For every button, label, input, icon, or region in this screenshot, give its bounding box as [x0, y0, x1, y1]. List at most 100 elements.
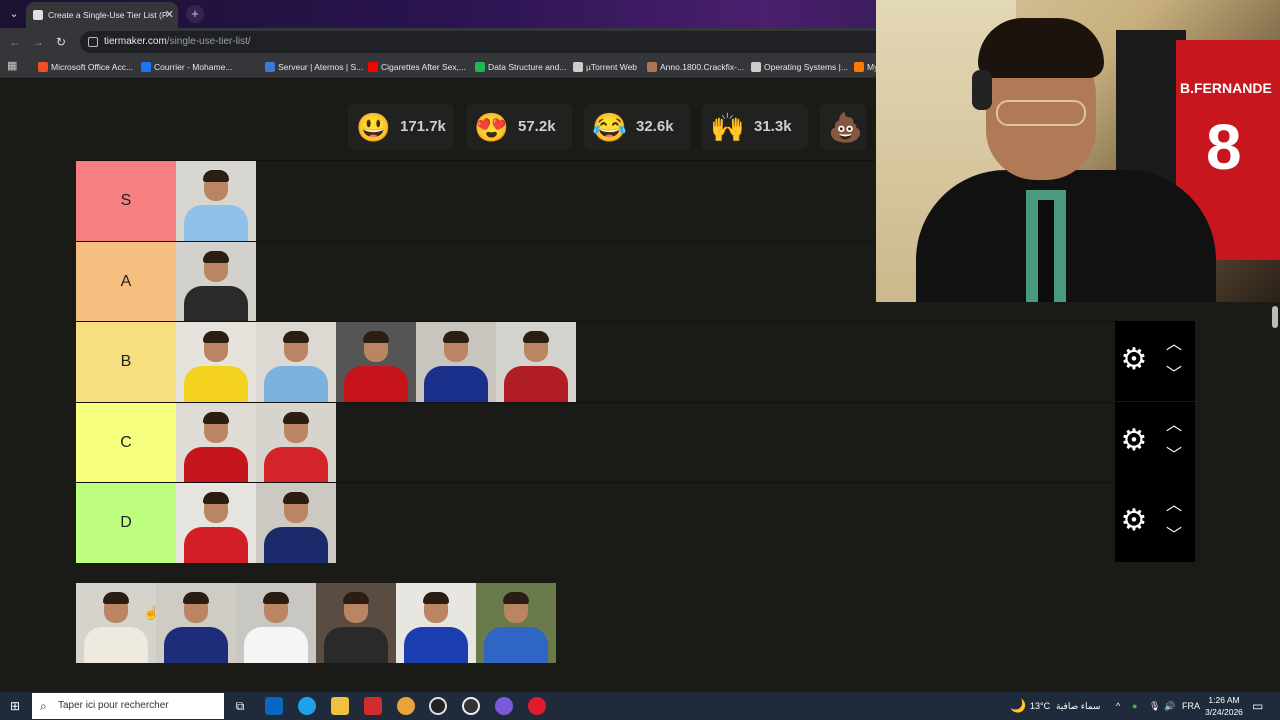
player-photo[interactable] — [336, 322, 416, 402]
move-tier-up-chevron-icon[interactable]: ︿ — [1163, 416, 1185, 436]
bookmark-item[interactable]: Cigarettes After Sex,... — [368, 60, 466, 74]
player-photo[interactable] — [176, 403, 256, 483]
file-explorer-icon[interactable] — [331, 697, 349, 715]
windows-start-icon[interactable]: ⊞ — [10, 700, 22, 712]
opera-icon[interactable] — [528, 697, 546, 715]
person-figure — [316, 583, 396, 663]
tier-settings-gear-icon[interactable]: ⚙ — [1119, 345, 1149, 375]
bookmark-favicon-icon — [647, 62, 657, 72]
player-photo[interactable] — [256, 403, 336, 483]
tier-label[interactable]: B — [76, 322, 176, 402]
move-tier-up-chevron-icon[interactable]: ︿ — [1163, 335, 1185, 355]
bookmark-item[interactable]: Serveur | Aternos | S... — [265, 60, 363, 74]
move-tier-down-chevron-icon[interactable]: ﹀ — [1163, 526, 1185, 546]
discord-icon[interactable] — [495, 697, 513, 715]
player-photo[interactable] — [316, 583, 396, 663]
wps-icon[interactable] — [364, 697, 382, 715]
back-icon[interactable]: ← — [6, 33, 24, 51]
utorrent-icon[interactable] — [462, 697, 480, 715]
weather-temp[interactable]: 13°C — [1030, 692, 1050, 720]
taskbar-search-input[interactable]: ⌕ Taper ici pour rechercher — [32, 693, 224, 719]
tray-chevron-icon[interactable]: ^ — [1116, 692, 1120, 720]
bookmark-item[interactable]: Microsoft Office Acc... — [38, 60, 133, 74]
player-photo[interactable] — [76, 583, 156, 663]
obs-icon[interactable] — [429, 697, 447, 715]
reaction-button[interactable]: 🙌 31.3k — [702, 104, 808, 150]
apps-grid-icon[interactable]: ▦ — [7, 60, 19, 72]
bookmark-item[interactable]: Operating Systems |... — [751, 60, 848, 74]
player-photo[interactable] — [396, 583, 476, 663]
person-figure — [176, 403, 256, 483]
edge-icon[interactable] — [298, 697, 316, 715]
reaction-emoji-icon: 💩 — [828, 112, 863, 143]
person-figure — [176, 322, 256, 402]
forward-icon[interactable]: → — [29, 33, 47, 51]
tier-label[interactable]: A — [76, 242, 176, 322]
move-tier-down-chevron-icon[interactable]: ﹀ — [1163, 365, 1185, 385]
tier-items[interactable] — [176, 322, 576, 402]
task-view-icon[interactable]: ⧉ — [231, 697, 249, 715]
webcam-person-hair — [978, 18, 1104, 78]
move-tier-down-chevron-icon[interactable]: ﹀ — [1163, 446, 1185, 466]
player-photo[interactable] — [256, 322, 336, 402]
bookmark-item[interactable]: Data Structure and... — [475, 60, 566, 74]
tier-label[interactable]: S — [76, 161, 176, 241]
chrome-icon[interactable] — [397, 697, 415, 715]
tier-label[interactable]: D — [76, 483, 176, 563]
weather-description[interactable]: سماء صافية — [1056, 692, 1100, 720]
tier-items[interactable] — [176, 483, 336, 563]
notifications-icon[interactable]: ▭ — [1252, 692, 1263, 720]
bookmark-item[interactable]: µTorrent Web — [573, 60, 637, 74]
site-info-icon[interactable] — [88, 37, 98, 47]
tier-controls: ⚙ ︿ ﹀ — [1115, 321, 1195, 401]
microphone-icon[interactable]: 🎙 — [1149, 692, 1160, 720]
player-photo[interactable] — [176, 242, 256, 322]
page-scrollbar[interactable] — [1270, 302, 1280, 692]
reaction-button[interactable]: 😃 171.7k — [348, 104, 454, 150]
language-indicator[interactable]: FRA — [1182, 692, 1200, 720]
player-photo[interactable] — [176, 483, 256, 563]
tab-close-icon[interactable]: ✕ — [165, 2, 174, 28]
player-photo[interactable] — [496, 322, 576, 402]
search-icon: ⌕ — [40, 699, 47, 713]
move-tier-up-chevron-icon[interactable]: ︿ — [1163, 496, 1185, 516]
reaction-emoji-icon: 😃 — [356, 112, 391, 143]
tier-settings-gear-icon[interactable]: ⚙ — [1119, 426, 1149, 456]
hair-shape — [203, 412, 229, 424]
tier-label[interactable]: C — [76, 403, 176, 483]
tier-settings-gear-icon[interactable]: ⚙ — [1119, 506, 1149, 536]
jersey-number: 8 — [1206, 111, 1242, 183]
new-tab-icon[interactable]: + — [186, 5, 204, 23]
player-photo[interactable] — [256, 483, 336, 563]
reaction-button[interactable]: 💩 — [820, 104, 866, 150]
tray-app-icon[interactable]: ● — [1132, 692, 1137, 720]
bookmark-item[interactable]: My — [854, 60, 878, 74]
reaction-button[interactable]: 😂 32.6k — [584, 104, 690, 150]
tier-items[interactable] — [176, 161, 256, 241]
jersey-shape — [184, 366, 248, 402]
player-photo[interactable] — [156, 583, 236, 663]
outlook-icon[interactable] — [265, 697, 283, 715]
tier-row: C — [76, 402, 1116, 483]
tier-items[interactable] — [176, 403, 336, 483]
weather-icon[interactable]: 🌙 — [1010, 692, 1026, 720]
tier-items[interactable] — [176, 242, 256, 322]
player-photo[interactable] — [476, 583, 556, 663]
player-photo[interactable] — [176, 322, 256, 402]
person-figure — [256, 483, 336, 563]
player-photo[interactable] — [416, 322, 496, 402]
reload-icon[interactable]: ↻ — [52, 33, 70, 51]
reaction-button[interactable]: 😍 57.2k — [466, 104, 572, 150]
player-photo[interactable] — [176, 161, 256, 241]
hair-shape — [363, 331, 389, 343]
browser-tab[interactable]: Create a Single-Use Tier List (P ✕ — [26, 2, 178, 28]
person-figure — [496, 322, 576, 402]
volume-icon[interactable]: 🔊 — [1164, 692, 1175, 720]
tab-search-icon[interactable]: ⌄ — [4, 4, 24, 24]
taskbar-clock[interactable]: 1:26 AM 3/24/2026 — [1202, 694, 1246, 718]
bookmark-favicon-icon — [854, 62, 864, 72]
player-photo[interactable] — [236, 583, 316, 663]
bookmark-item[interactable]: Anno.1800.Crackfix-... — [647, 60, 744, 74]
bookmark-item[interactable]: Courrier - Mohame... — [141, 60, 232, 74]
scrollbar-thumb[interactable] — [1272, 306, 1278, 328]
